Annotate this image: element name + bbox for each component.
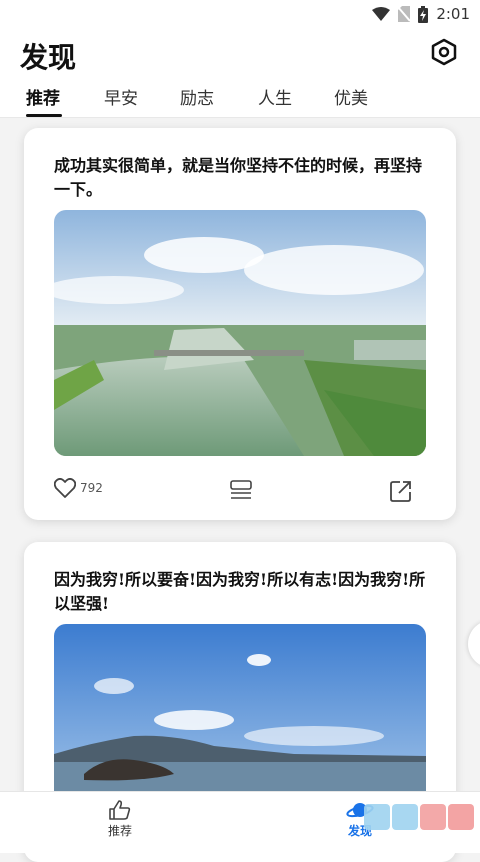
status-time: 2:01 xyxy=(436,5,470,23)
tab-life[interactable]: 人生 xyxy=(258,84,292,109)
side-drawer-handle[interactable] xyxy=(468,620,480,668)
watermark-logo xyxy=(356,800,480,850)
card-quote-text: 因为我穷!所以要奋!因为我穷!所以有志!因为我穷!所以坚强! xyxy=(54,570,426,613)
quote-card[interactable]: 成功其实很简单，就是当你坚持不住的时候，再坚持一下。 792 xyxy=(24,128,456,520)
status-bar: 2:01 xyxy=(0,0,480,28)
settings-hexagon-icon xyxy=(431,38,457,66)
card-actions: 792 xyxy=(54,478,426,508)
no-sim-icon xyxy=(398,6,411,22)
comment-list-icon xyxy=(230,480,252,499)
tab-bar: 推荐 早安 励志 人生 优美 xyxy=(0,80,480,118)
wifi-icon xyxy=(372,7,391,21)
like-button[interactable]: 792 xyxy=(54,478,103,498)
tab-beautiful[interactable]: 优美 xyxy=(334,84,368,109)
battery-charging-icon xyxy=(418,5,429,23)
settings-button[interactable] xyxy=(428,36,460,68)
card-quote-text: 成功其实很简单，就是当你坚持不住的时候，再坚持一下。 xyxy=(54,156,423,199)
tab-inspiration[interactable]: 励志 xyxy=(180,84,214,109)
card-image[interactable] xyxy=(54,624,426,814)
page-title: 发现 xyxy=(20,41,77,74)
comment-button[interactable] xyxy=(230,480,252,504)
share-icon xyxy=(390,481,411,502)
tab-morning[interactable]: 早安 xyxy=(104,84,138,109)
active-tab-indicator xyxy=(26,114,62,117)
share-button[interactable] xyxy=(390,480,412,506)
thumbs-up-icon xyxy=(109,800,131,820)
nav-label: 推荐 xyxy=(107,824,132,838)
header: 发现 推荐 早安 励志 人生 优美 xyxy=(0,28,480,118)
nav-recommend[interactable]: 推荐 xyxy=(90,800,150,839)
tab-recommend[interactable]: 推荐 xyxy=(26,84,60,109)
like-count: 792 xyxy=(80,481,103,495)
card-image[interactable] xyxy=(54,210,426,456)
heart-icon xyxy=(54,478,76,498)
